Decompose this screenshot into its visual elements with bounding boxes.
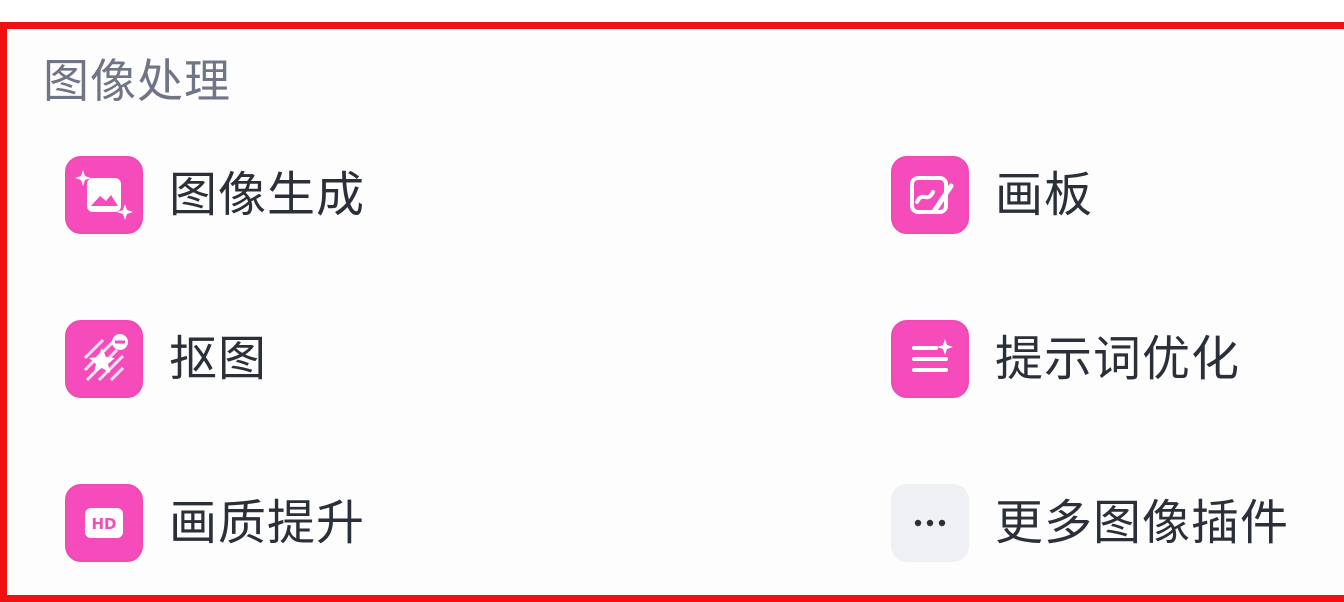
prompt-sliders-icon: [891, 320, 969, 398]
image-sparkle-icon: [65, 156, 143, 234]
item-label: 画板: [995, 167, 1094, 223]
item-drawing-board[interactable]: 画板: [891, 155, 1093, 235]
item-label: 更多图像插件: [995, 495, 1290, 551]
item-label: 图像生成: [169, 167, 366, 223]
item-quality-upscale[interactable]: HD 画质提升: [65, 483, 365, 563]
cutout-star-icon: [65, 320, 143, 398]
item-image-generation[interactable]: 图像生成: [65, 155, 365, 235]
item-cutout[interactable]: 抠图: [65, 319, 267, 399]
item-prompt-optimization[interactable]: 提示词优化: [891, 319, 1240, 399]
item-label: 画质提升: [169, 495, 366, 551]
hd-icon: HD: [65, 484, 143, 562]
section-title: 图像处理: [43, 54, 231, 108]
item-label: 抠图: [169, 331, 268, 387]
image-processing-panel: 图像处理 图像生成 画板 抠图 提示词优化 HD 画质提升 更多图像插件: [0, 22, 1344, 602]
more-dots-icon: [891, 484, 969, 562]
item-label: 提示词优化: [995, 331, 1241, 387]
hd-text: HD: [91, 515, 116, 533]
drawing-board-icon: [891, 156, 969, 234]
item-more-image-plugins[interactable]: 更多图像插件: [891, 483, 1289, 563]
